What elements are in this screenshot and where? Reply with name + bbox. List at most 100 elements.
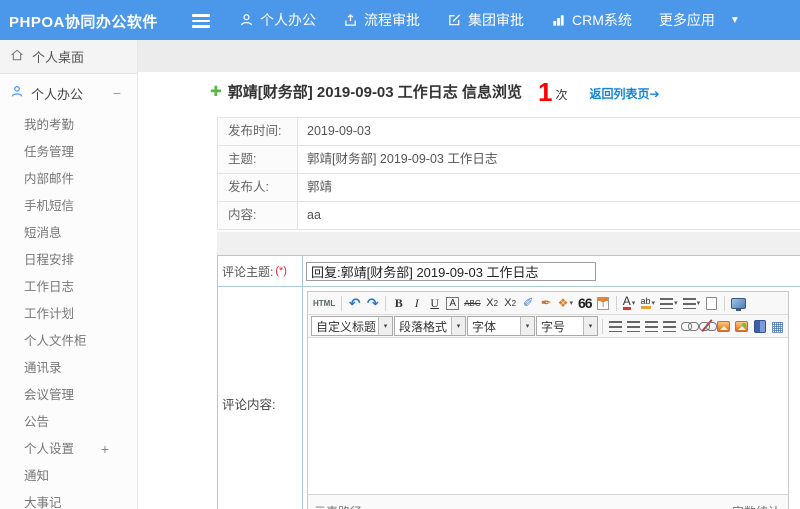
nav-workflow-approval[interactable]: 流程审批	[343, 10, 420, 30]
home-icon	[10, 48, 24, 65]
toolbar-separator	[615, 295, 617, 311]
app-logo: PHPOA协同办公软件	[9, 14, 158, 31]
italic-button[interactable]: I	[408, 294, 425, 313]
content-label: 内容:	[218, 202, 298, 229]
align-justify-button[interactable]	[661, 317, 678, 336]
sidebar-item-short-message[interactable]: 短消息	[0, 220, 137, 247]
caret-down-icon: ▾	[378, 317, 392, 335]
nav-more-apps[interactable]: 更多应用 ▼	[659, 10, 740, 30]
insert-media-icon[interactable]	[751, 317, 768, 336]
comment-content-cell: HTML ↶ ↷ B I U A ABC X2 X2 ✐ ✒ ❖ ▾ 66 T …	[303, 287, 800, 509]
main-content: ✚ 郭靖[财务部] 2019-09-03 工作日志 信息浏览 1 次 返回列表页…	[138, 40, 800, 509]
bar-chart-icon	[551, 12, 566, 28]
menu-icon[interactable]	[192, 14, 210, 31]
comment-subject-input[interactable]	[306, 261, 596, 281]
insert-table-icon[interactable]: ▦	[769, 317, 786, 336]
font-color-button[interactable]: A ▾	[621, 294, 638, 313]
editor-toolbar-row1: HTML ↶ ↷ B I U A ABC X2 X2 ✐ ✒ ❖ ▾ 66 T …	[308, 292, 788, 315]
sidebar: 个人桌面 个人办公 − 我的考勤 任务管理 内部邮件 手机短信 短消息 日程安排…	[0, 40, 138, 509]
unlink-icon[interactable]	[697, 317, 717, 336]
caret-down-icon: ▼	[729, 14, 740, 26]
sidebar-item-schedule[interactable]: 日程安排	[0, 247, 137, 274]
comment-content-row: 评论内容: HTML ↶ ↷ B I U A ABC X 2 X 2 ✐ ✒ ❖…	[218, 287, 800, 509]
paste-plain-text-icon[interactable]: T	[595, 294, 612, 313]
sidebar-group-personal-office[interactable]: 个人办公 −	[0, 74, 137, 112]
font-size-select[interactable]: 字号 ▾	[536, 316, 598, 336]
sidebar-item-personal-settings[interactable]: 个人设置 +	[0, 436, 137, 463]
log-info-table: 发布时间: 2019-09-03 主题: 郭靖[财务部] 2019-09-03 …	[217, 117, 800, 230]
top-navigation-bar: PHPOA协同办公软件 个人办公 流程审批 集团审批 CRM系统 更多应用 ▼	[0, 0, 800, 40]
sidebar-item-announcement[interactable]: 公告	[0, 409, 137, 436]
sidebar-item-work-log[interactable]: 工作日志	[0, 274, 137, 301]
edit-icon	[447, 12, 462, 28]
view-count-unit: 次	[555, 88, 568, 102]
toolbar-separator	[385, 295, 387, 311]
sidebar-item-personal-desktop[interactable]: 个人桌面	[0, 40, 137, 74]
blockquote-button[interactable]: 66	[576, 294, 594, 313]
fullscreen-icon[interactable]	[729, 294, 748, 313]
superscript-button[interactable]: X2	[484, 294, 501, 313]
link-icon[interactable]	[679, 317, 699, 336]
ordered-list-button[interactable]: ▾	[658, 294, 680, 313]
caret-down-icon: ▾	[520, 317, 534, 335]
collapse-icon[interactable]: −	[113, 85, 121, 101]
caret-down-icon: ▾	[451, 317, 465, 335]
remove-format-icon[interactable]: ✐	[520, 294, 537, 313]
sidebar-item-work-plan[interactable]: 工作计划	[0, 301, 137, 328]
editor-status-bar: 元素路径: 字数统计	[308, 494, 788, 509]
table-row: 内容: aa	[218, 202, 800, 230]
table-row: 发布人: 郭靖	[218, 174, 800, 202]
top-nav-menu: 个人办公 流程审批 集团审批 CRM系统 更多应用 ▼	[239, 0, 740, 40]
sidebar-item-notification[interactable]: 通知	[0, 463, 137, 490]
html-source-button[interactable]: HTML	[311, 294, 337, 313]
nav-personal-office[interactable]: 个人办公	[239, 10, 316, 30]
back-to-list-link[interactable]: 返回列表页➔	[589, 85, 659, 102]
caret-down-icon: ▾	[583, 317, 597, 335]
unordered-list-button[interactable]: ▾	[681, 294, 703, 313]
required-mark: (*)	[275, 265, 287, 277]
expand-icon[interactable]: +	[101, 436, 109, 463]
publish-time-value: 2019-09-03	[307, 124, 371, 138]
user-icon	[239, 12, 254, 28]
strikethrough-button[interactable]: ABC	[462, 294, 482, 313]
comment-subject-cell	[303, 256, 800, 286]
toolbar-separator	[724, 295, 726, 311]
underline-button[interactable]: U	[426, 294, 443, 313]
nav-crm-system[interactable]: CRM系统	[551, 10, 632, 30]
bold-button[interactable]: B	[390, 294, 407, 313]
custom-heading-select[interactable]: 自定义标题 ▾	[311, 316, 393, 336]
table-row: 发布时间: 2019-09-03	[218, 118, 800, 146]
user-icon	[10, 84, 24, 102]
undo-button[interactable]: ↶	[346, 294, 363, 313]
font-family-select[interactable]: 字体 ▾	[467, 316, 535, 336]
font-border-button[interactable]: A	[444, 294, 461, 313]
publisher-label: 发布人:	[218, 174, 298, 201]
sidebar-item-task-management[interactable]: 任务管理	[0, 139, 137, 166]
auto-typeset-icon[interactable]: ❖ ▾	[556, 294, 575, 313]
sidebar-item-major-events[interactable]: 大事记	[0, 490, 137, 509]
align-center-button[interactable]	[625, 317, 642, 336]
sidebar-item-personal-file-cabinet[interactable]: 个人文件柜	[0, 328, 137, 355]
subject-label: 主题:	[218, 146, 298, 173]
subscript-button[interactable]: X2	[502, 294, 519, 313]
word-count-label[interactable]: 字数统计	[732, 503, 780, 509]
sidebar-item-mobile-sms[interactable]: 手机短信	[0, 193, 137, 220]
sidebar-item-my-attendance[interactable]: 我的考勤	[0, 112, 137, 139]
editor-content-area[interactable]	[308, 338, 788, 494]
insert-image-icon[interactable]	[715, 317, 732, 336]
rich-text-editor: HTML ↶ ↷ B I U A ABC X2 X2 ✐ ✒ ❖ ▾ 66 T …	[307, 291, 789, 509]
screenshot-icon[interactable]	[733, 317, 750, 336]
redo-button[interactable]: ↷	[364, 294, 381, 313]
sidebar-item-meeting-management[interactable]: 会议管理	[0, 382, 137, 409]
align-right-button[interactable]	[643, 317, 660, 336]
sidebar-item-internal-mail[interactable]: 内部邮件	[0, 166, 137, 193]
new-page-icon[interactable]	[703, 294, 720, 313]
paragraph-format-select[interactable]: 段落格式 ▾	[394, 316, 466, 336]
align-left-button[interactable]	[607, 317, 624, 336]
nav-group-approval[interactable]: 集团审批	[447, 10, 524, 30]
plus-icon: ✚	[210, 83, 222, 99]
format-painter-icon[interactable]: ✒	[538, 294, 555, 313]
editor-toolbar-row2: 自定义标题 ▾ 段落格式 ▾ 字体 ▾ 字号 ▾ ▦	[308, 315, 788, 338]
sidebar-item-address-book[interactable]: 通讯录	[0, 355, 137, 382]
highlight-color-button[interactable]: ab ▾	[639, 294, 658, 313]
